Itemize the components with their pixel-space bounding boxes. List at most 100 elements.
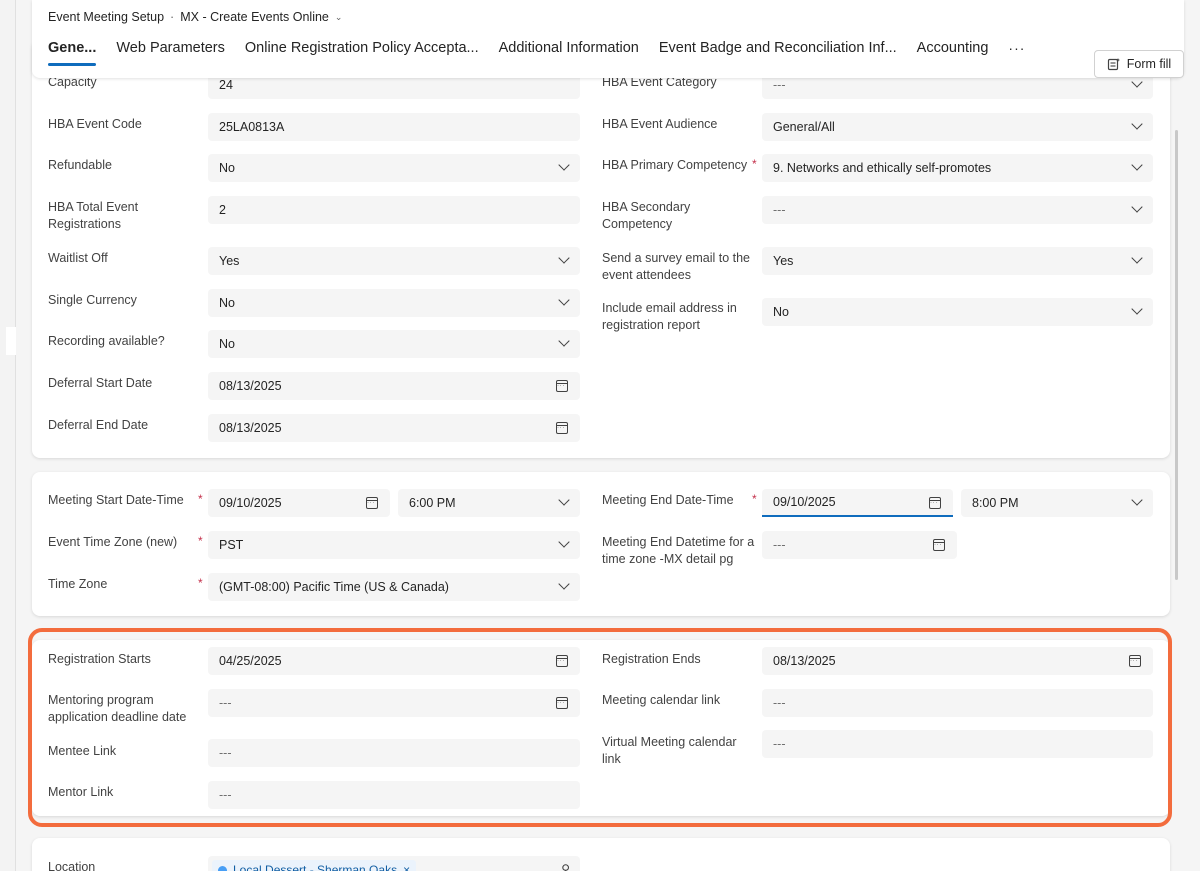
registration-starts-date[interactable]: 04/25/2025 [208,647,580,675]
form-name: Event Meeting Setup [48,10,165,24]
location-chip[interactable]: Local Dessert - Sherman Oaks × [212,860,417,871]
meeting-calendar-link-label: Meeting calendar link [602,693,721,707]
location-lookup[interactable]: Local Dessert - Sherman Oaks × ⚲ [208,856,580,871]
tab-web-parameters[interactable]: Web Parameters [116,40,225,66]
time-zone-new-label: Event Time Zone (new) [48,535,178,549]
meeting-schedule-section: Meeting Start Date-Time * 09/10/2025 6:0… [32,472,1170,616]
total-registrations-field[interactable]: 2 [208,196,580,224]
meeting-start-date[interactable]: 09/10/2025 [208,489,390,517]
rail-marker [6,327,16,355]
deferral-start-label: Deferral Start Date [48,376,153,390]
meeting-end-date[interactable]: 09/10/2025 [762,489,953,517]
form-fill-icon [1107,58,1120,71]
location-icon [218,865,227,871]
waitlist-off-select[interactable]: Yes [208,247,580,275]
secondary-competency-select[interactable]: --- [762,196,1153,224]
include-email-label: Include email address in registration re… [602,301,737,332]
chevron-down-icon [558,335,570,347]
time-zone-new-select[interactable]: PST [208,531,580,559]
chevron-down-icon [558,578,570,590]
calendar-icon[interactable] [929,497,941,509]
chevron-down-icon [1131,201,1143,213]
form-fill-label: Form fill [1126,57,1172,71]
survey-email-label: Send a survey email to the event attende… [602,251,750,282]
chevron-down-icon [1131,494,1143,506]
refundable-label: Refundable [48,158,112,172]
time-zone-select[interactable]: (GMT-08:00) Pacific Time (US & Canada) [208,573,580,601]
tab-event-badge[interactable]: Event Badge and Reconciliation Inf... [659,40,897,66]
mentoring-deadline-label: Mentoring program application deadline d… [48,693,187,724]
event-code-field[interactable]: 25LA0813A [208,113,580,141]
include-email-select[interactable]: No [762,298,1153,326]
registration-section: Registration Starts 04/25/2025 Mentoring… [32,640,1170,816]
end-datetime-mx-field[interactable]: --- [762,531,957,559]
calendar-icon[interactable] [933,539,945,551]
event-audience-select[interactable]: General/All [762,113,1153,141]
remove-icon[interactable]: × [403,863,410,871]
chevron-down-icon[interactable]: ⌄ [335,12,343,23]
chevron-down-icon [1131,159,1143,171]
record-title[interactable]: MX - Create Events Online [180,10,329,24]
primary-competency-select[interactable]: 9. Networks and ethically self-promotes [762,154,1153,182]
meeting-end-time[interactable]: 8:00 PM [961,489,1153,517]
breadcrumb-separator: · [170,10,175,24]
meeting-start-time[interactable]: 6:00 PM [398,489,580,517]
general-details-section: Capacity 24 HBA Event Code 25LA0813A Ref… [32,40,1170,458]
search-icon[interactable]: ⚲ [561,862,570,871]
required-indicator: * [198,534,203,548]
event-audience-label: HBA Event Audience [602,117,718,131]
form-fill-button[interactable]: Form fill [1094,50,1184,78]
virtual-calendar-link-field[interactable]: --- [762,730,1153,758]
tab-additional-information[interactable]: Additional Information [499,40,639,66]
chevron-down-icon [558,494,570,506]
required-indicator: * [198,576,203,590]
total-registrations-label: HBA Total Event Registrations [48,200,139,231]
calendar-icon[interactable] [366,497,378,509]
mentoring-deadline-date[interactable]: --- [208,689,580,717]
chevron-down-icon [558,252,570,264]
deferral-end-date[interactable]: 08/13/2025 [208,414,580,442]
required-indicator: * [752,157,757,171]
calendar-icon[interactable] [1129,655,1141,667]
location-label: Location [48,860,96,871]
mentor-link-field[interactable]: --- [208,781,580,809]
registration-starts-label: Registration Starts [48,652,151,666]
calendar-icon[interactable] [556,422,568,434]
recording-available-label: Recording available? [48,334,165,348]
form-header: Event Meeting Setup · MX - Create Events… [32,0,1184,78]
calendar-icon[interactable] [556,697,568,709]
registration-ends-label: Registration Ends [602,652,701,666]
chevron-down-icon [1131,76,1143,88]
required-indicator: * [198,492,203,506]
end-datetime-mx-label: Meeting End Datetime for a time zone -MX… [602,535,755,566]
tab-accounting[interactable]: Accounting [917,40,989,66]
required-indicator: * [752,492,757,506]
single-currency-label: Single Currency [48,293,137,307]
more-tabs-button[interactable]: ··· [1008,40,1025,66]
meeting-end-label: Meeting End Date-Time [602,493,734,507]
deferral-end-label: Deferral End Date [48,418,149,432]
registration-ends-date[interactable]: 08/13/2025 [762,647,1153,675]
recording-available-select[interactable]: No [208,330,580,358]
refundable-select[interactable]: No [208,154,580,182]
calendar-icon[interactable] [556,655,568,667]
survey-email-select[interactable]: Yes [762,247,1153,275]
location-section: Location Local Dessert - Sherman Oaks × … [32,838,1170,871]
tab-online-registration-policy[interactable]: Online Registration Policy Accepta... [245,40,479,66]
scrollbar[interactable] [1175,130,1178,580]
location-value: Local Dessert - Sherman Oaks [233,863,398,871]
secondary-competency-label: HBA Secondary Competency [602,200,691,231]
chevron-down-icon [1131,118,1143,130]
primary-competency-label: HBA Primary Competency [602,158,748,172]
chevron-down-icon [558,536,570,548]
mentee-link-field[interactable]: --- [208,739,580,767]
deferral-start-date[interactable]: 08/13/2025 [208,372,580,400]
meeting-start-label: Meeting Start Date-Time [48,493,184,507]
meeting-calendar-link-field[interactable]: --- [762,689,1153,717]
tab-general[interactable]: Gene... [48,40,97,66]
form-canvas: Event Meeting Setup · MX - Create Events… [16,0,1200,871]
calendar-icon[interactable] [556,380,568,392]
single-currency-select[interactable]: No [208,289,580,317]
breadcrumb: Event Meeting Setup · MX - Create Events… [48,10,342,24]
waitlist-off-label: Waitlist Off [48,251,108,265]
